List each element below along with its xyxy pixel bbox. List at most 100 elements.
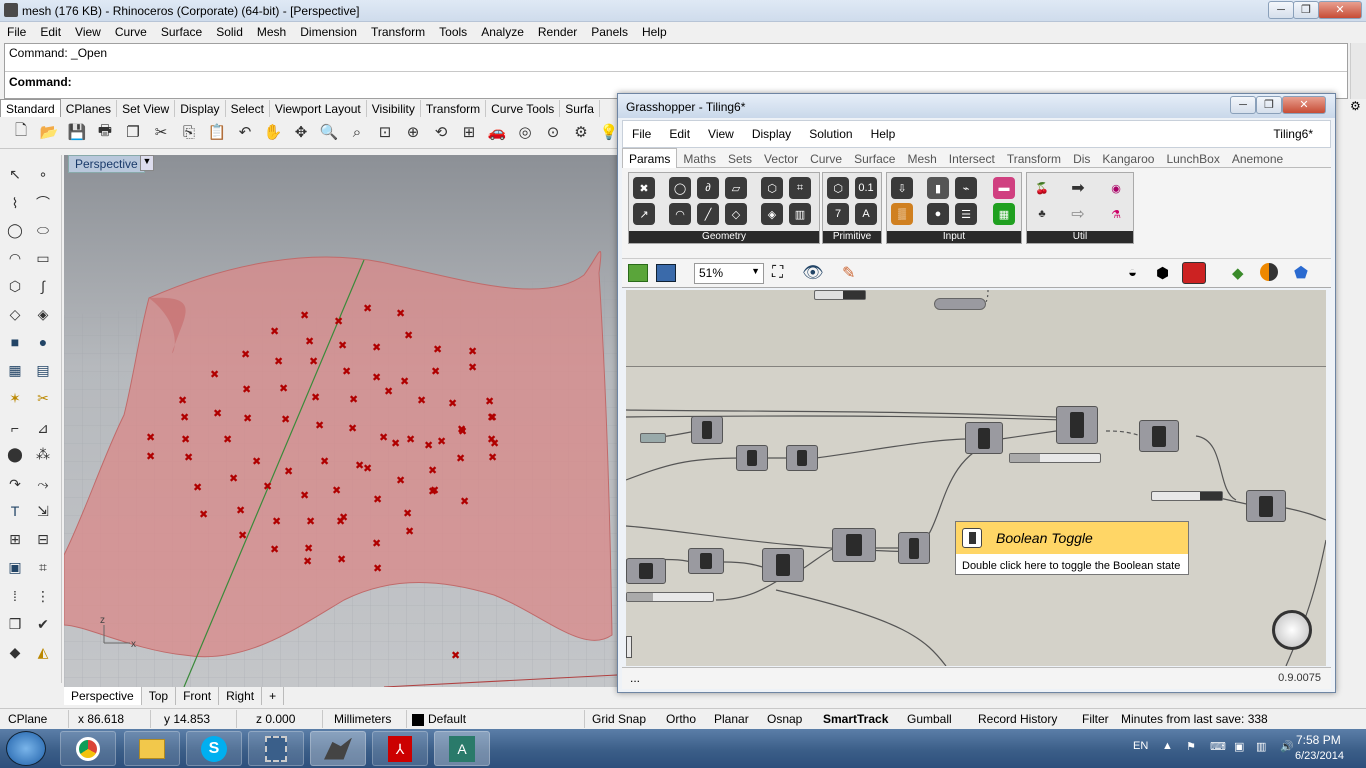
preview-selected-icon[interactable] [1182,262,1206,284]
image-sampler-icon[interactable]: ▒ [891,203,913,225]
number-slider[interactable] [1151,491,1223,501]
arc-icon[interactable]: ◠ [4,247,26,269]
point-marker[interactable]: ✖ [348,422,357,435]
menu-transform[interactable]: Transform [364,22,432,39]
gh-menu-solution[interactable]: Solution [800,121,861,147]
print-icon[interactable]: 🖶 [94,121,116,143]
point-marker[interactable]: ✖ [305,335,314,348]
point-marker[interactable]: ✖ [146,450,155,463]
cherry-picker-icon[interactable]: 🍒 [1031,177,1053,199]
arc-param-icon[interactable]: ◠ [669,203,691,225]
language-indicator[interactable]: EN [1133,740,1148,752]
panel-capsule[interactable] [934,298,986,310]
point-marker[interactable]: ✖ [384,385,393,398]
gh-tab-params[interactable]: Params [622,148,678,170]
number-slider[interactable] [626,592,714,602]
point-marker[interactable]: ✖ [363,462,372,475]
component-node[interactable] [688,548,724,574]
point-marker[interactable]: ✖ [281,413,290,426]
menu-view[interactable]: View [68,22,108,39]
point-marker[interactable]: ✖ [263,480,272,493]
start-button[interactable] [6,731,46,766]
point-marker[interactable]: ✖ [252,455,261,468]
navigation-compass-icon[interactable] [1272,610,1312,650]
point-marker[interactable]: ✖ [315,419,324,432]
import-icon[interactable]: ⇩ [891,177,913,199]
point-icon[interactable]: ∘ [32,163,54,185]
point-marker[interactable]: ✖ [229,472,238,485]
component-node[interactable] [762,548,804,582]
point-marker[interactable]: ✖ [456,452,465,465]
point-marker[interactable]: ✖ [334,315,343,328]
tree-icon[interactable]: ♣ [1031,203,1053,225]
toggle-gumball[interactable]: Gumball [907,712,952,726]
document-preview-icon[interactable]: ◆ [1232,264,1244,282]
block-icon[interactable]: ⊟ [32,528,54,550]
zoom-select[interactable]: 51% ▼ [694,263,764,284]
array-grid-icon[interactable]: ⁞ [4,585,26,607]
surface-corner-icon[interactable]: ◇ [4,303,26,325]
tab-top[interactable]: Top [142,687,177,705]
component-node[interactable] [898,532,930,564]
free-curve-icon[interactable]: ∫ [32,275,54,297]
point-marker[interactable]: ✖ [458,425,467,438]
point-marker[interactable]: ✖ [448,397,457,410]
menu-mesh[interactable]: Mesh [250,22,293,39]
curve-cv-icon[interactable]: ⌒ [32,192,54,214]
menu-analyze[interactable]: Analyze [474,22,531,39]
gh-tab-display[interactable]: Dis [1067,149,1096,169]
status-units[interactable]: Millimeters [334,712,391,726]
point-marker[interactable]: ✖ [428,485,437,498]
four-view-icon[interactable]: ⊞ [458,121,480,143]
point-marker[interactable]: ✖ [488,451,497,464]
tab-right[interactable]: Right [219,687,263,705]
point-marker[interactable]: ✖ [274,355,283,368]
group-icon[interactable]: ⊞ [4,528,26,550]
point-marker[interactable]: ✖ [372,341,381,354]
cube-icon[interactable]: ▣ [4,556,26,578]
point-marker[interactable]: ✖ [210,368,219,381]
gh-menu-display[interactable]: Display [743,121,800,147]
point-marker[interactable]: ✖ [396,474,405,487]
chrome-taskbar-icon[interactable] [60,731,116,766]
offset-icon[interactable]: ⊿ [32,417,54,439]
zoom-icon[interactable]: 🔍 [318,121,340,143]
layer-icon[interactable]: ❒ [4,613,26,635]
gh-menu-view[interactable]: View [699,121,743,147]
gh-document-name[interactable]: Tiling6* [1264,121,1322,147]
tab-transform[interactable]: Transform [421,100,487,118]
point-marker[interactable]: ✖ [431,365,440,378]
explorer-taskbar-icon[interactable] [124,731,180,766]
gh-tab-curve[interactable]: Curve [804,149,848,169]
clock-date[interactable]: 6/23/2014 [1295,750,1344,762]
point-marker[interactable]: ✖ [379,431,388,444]
menu-surface[interactable]: Surface [154,22,209,39]
point-marker[interactable]: ✖ [178,394,187,407]
point-marker[interactable]: ✖ [400,375,409,388]
toggle-planar[interactable]: Planar [714,712,749,726]
tab-visibility[interactable]: Visibility [367,100,421,118]
point-marker[interactable]: ✖ [223,433,232,446]
value-list-icon[interactable]: ☰ [955,203,977,225]
tab-surface-tools[interactable]: Surfa [560,100,600,118]
ribbon-label-primitive[interactable]: Primitive [823,231,881,243]
fillet-icon[interactable]: ⌐ [4,417,26,439]
point-marker[interactable]: ✖ [424,439,433,452]
point-marker[interactable]: ✖ [487,411,496,424]
dimension-icon[interactable]: ⇲ [32,500,54,522]
point-marker[interactable]: ✖ [428,464,437,477]
circle-param-icon[interactable]: ◯ [669,177,691,199]
gh-menu-edit[interactable]: Edit [660,121,699,147]
tab-front[interactable]: Front [176,687,220,705]
trim-icon[interactable]: ✂ [32,387,54,409]
point-marker[interactable]: ✖ [309,355,318,368]
point-marker[interactable]: ✖ [180,411,189,424]
point-marker[interactable]: ✖ [270,543,279,556]
video-taskbar-icon[interactable] [248,731,304,766]
point-marker[interactable]: ✖ [199,508,208,521]
point-marker[interactable]: ✖ [193,481,202,494]
point-marker[interactable]: ✖ [485,395,494,408]
plane-param-icon[interactable]: ◇ [725,203,747,225]
brep-param-icon[interactable]: ⬡ [761,177,783,199]
status-cplane[interactable]: CPlane [8,712,47,726]
